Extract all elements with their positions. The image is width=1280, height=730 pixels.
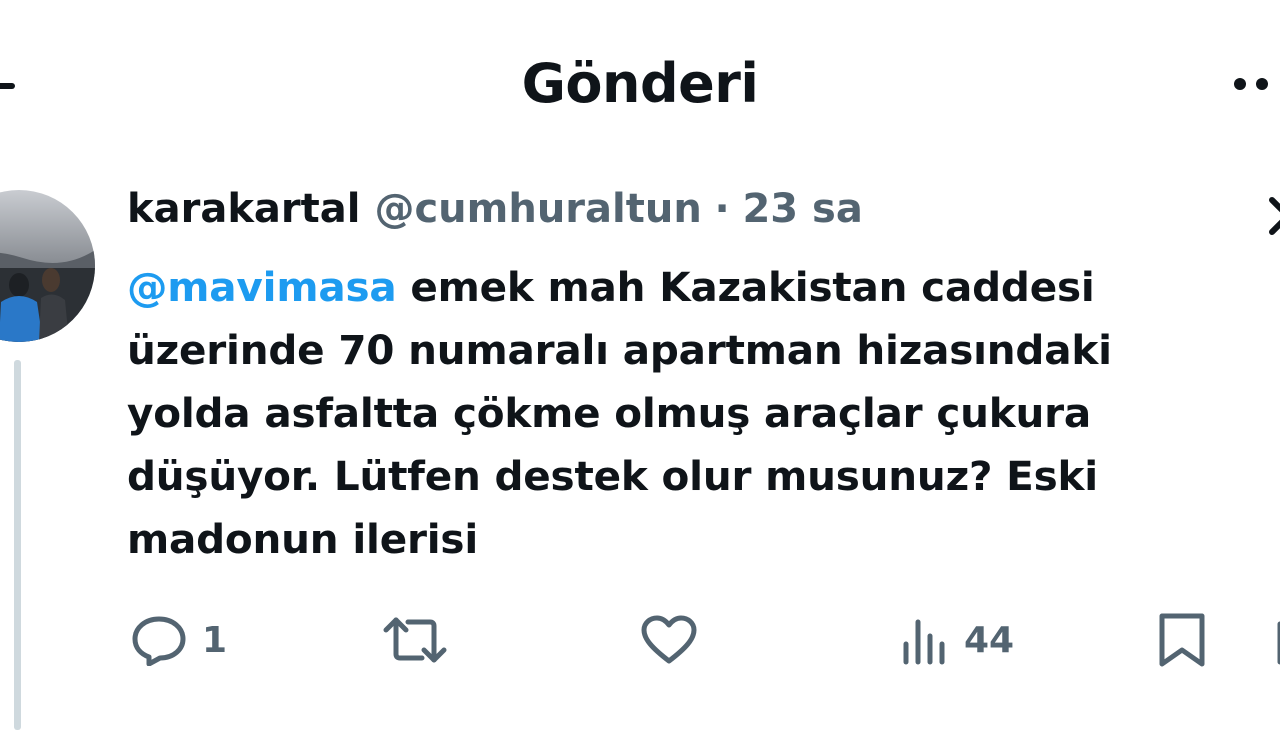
reply-icon: [130, 614, 188, 666]
more-horizontal-icon[interactable]: [1228, 72, 1280, 96]
chevron-icon[interactable]: [1262, 188, 1280, 244]
post-text-line: madonun ilerisi: [127, 515, 479, 563]
heart-icon: [640, 614, 698, 666]
page-title: Gönderi: [521, 52, 759, 115]
avatar[interactable]: [0, 190, 95, 342]
post-text-line: düşüyor. Lütfen destek olur musunuz? Esk…: [127, 452, 1098, 500]
post-text-line: yolda asfaltta çökme olmuş araçlar çukur…: [127, 389, 1092, 437]
repost-icon: [382, 614, 448, 666]
repost-button[interactable]: [382, 610, 448, 670]
bookmark-button[interactable]: [1156, 610, 1208, 670]
post-text: @mavimasa emek mah Kazakistan caddesi üz…: [127, 256, 1267, 571]
post-meta: karakartal @cumhuraltun · 23 sa: [127, 186, 863, 232]
mention-link[interactable]: @mavimasa: [127, 263, 397, 311]
bookmark-icon: [1156, 612, 1208, 668]
meta-separator: ·: [714, 186, 730, 232]
post-time[interactable]: 23 sa: [742, 186, 862, 232]
post-text-line: üzerinde 70 numaralı apartman hizasındak…: [127, 326, 1112, 374]
thread-connector-line: [14, 360, 21, 730]
views-count: 44: [964, 619, 1015, 661]
author-name[interactable]: karakartal: [127, 186, 360, 232]
views-button[interactable]: 44: [900, 610, 1014, 670]
share-icon[interactable]: [1270, 612, 1280, 672]
reply-count: 1: [202, 619, 228, 661]
views-icon: [900, 614, 950, 666]
reply-button[interactable]: 1: [130, 610, 227, 670]
post-text-line: @mavimasa emek mah Kazakistan caddesi: [127, 263, 1095, 311]
like-button[interactable]: [640, 610, 698, 670]
author-handle[interactable]: @cumhuraltun: [374, 186, 701, 232]
